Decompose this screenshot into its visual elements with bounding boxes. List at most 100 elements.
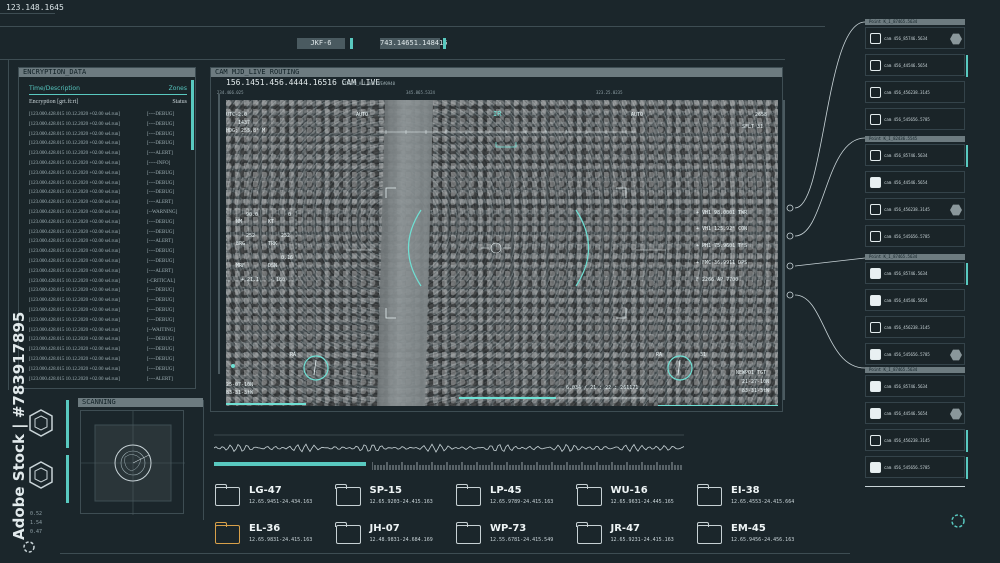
waypoint-item[interactable]: LG-47 12.65.9451-24.434.163 (214, 484, 330, 510)
loading-ring-icon (951, 514, 965, 528)
waypoint-item[interactable]: WP-73 12.55.6781-24.415.549 (455, 522, 571, 548)
hud-mode-right: AUTO (631, 112, 644, 118)
log-level: [----DEBUG] (147, 298, 175, 304)
waypoint-item[interactable]: LP-45 12.65.9789-24.415.163 (455, 484, 571, 510)
waypoint-item[interactable]: JH-07 12.48.9831-24.684.169 (335, 522, 451, 548)
log-level: [--WAITING] (147, 327, 176, 333)
camera-checkbox[interactable] (870, 462, 881, 473)
hud-mrf: MRF (236, 263, 246, 269)
waypoint-item[interactable]: EI-38 12.65.4553-24.415.664 (696, 484, 812, 510)
encryption-panel-title: ENCRYPTION_DATA (19, 68, 195, 77)
column-zones: Zones (168, 85, 187, 92)
log-scrollbar[interactable] (191, 80, 194, 150)
active-indicator (966, 457, 968, 479)
progress-bar[interactable] (214, 462, 366, 466)
camera-card[interactable]: cam 456_545656.5785 (865, 343, 965, 365)
camera-checkbox[interactable] (870, 435, 881, 446)
log-text: [123.000.428.015 10.12.2020 +02.00 sel.r… (29, 200, 120, 206)
log-level: [-CRITICAL] (147, 278, 176, 284)
coord-label: 323.25.0235 (596, 90, 623, 95)
camera-checkbox[interactable] (870, 177, 881, 188)
log-level: [----DEBUG] (147, 307, 175, 313)
readout-indicator (350, 38, 353, 49)
indicator-bar (66, 400, 69, 448)
log-row: [123.000.428.015 10.12.2020 +02.00 sel.r… (29, 296, 189, 306)
camera-checkbox[interactable] (870, 295, 881, 306)
camera-card[interactable]: cam 456_456238.3145 (865, 316, 965, 338)
log-text: [123.000.428.015 10.12.2020 +02.00 sel.r… (29, 298, 120, 304)
waypoint-item[interactable]: SP-15 12.65.9203-24.415.163 (335, 484, 451, 510)
camera-checkbox[interactable] (870, 150, 881, 161)
hud-utc: UTC-2.0 (226, 112, 248, 118)
log-text: [123.000.428.015 10.12.2020 +02.00 sel.r… (29, 337, 120, 343)
waypoint-item[interactable]: EL-36 12.65.9831-24.415.163 (214, 522, 330, 548)
hud-nm-value: 90.0 (246, 212, 259, 218)
left-numbers: 0.52 1.54 0.47 (30, 511, 43, 535)
camera-card[interactable]: cam 456_85746.5634 (865, 27, 965, 49)
camera-checkbox[interactable] (870, 349, 881, 360)
camera-checkbox[interactable] (870, 381, 881, 392)
camera-feed[interactable]: UTC-2.0 1437 HDG: 255.8° M AUTO IR AUTO … (226, 100, 778, 406)
camera-checkbox[interactable] (870, 231, 881, 242)
waypoint-item[interactable]: JR-47 12.65.9231-24.415.163 (576, 522, 692, 548)
cam-side-scale (218, 94, 220, 374)
camera-checkbox[interactable] (870, 204, 881, 215)
camera-card[interactable]: cam 456_545656.5785 (865, 108, 965, 130)
camera-card[interactable]: cam 456_85746.5634 (865, 262, 968, 285)
camera-checkbox[interactable] (870, 322, 881, 333)
camera-checkbox[interactable] (870, 33, 881, 44)
camera-card[interactable]: cam 456_456238.3145 (865, 429, 968, 452)
log-row: [123.000.428.015 10.12.2020 +02.00 sel.r… (29, 375, 189, 385)
waypoint-name: EI-38 (731, 485, 760, 496)
camera-card[interactable]: cam 456_44546.5654 (865, 289, 965, 311)
active-indicator (966, 263, 968, 285)
log-level: [----DEBUG] (147, 356, 175, 362)
camera-checkbox[interactable] (870, 114, 881, 125)
camera-label: cam 456_44546.5654 (884, 63, 928, 68)
camera-card[interactable]: cam 456_545656.5785 (865, 456, 968, 479)
log-text: [123.000.428.015 10.12.2020 +02.00 sel.r… (29, 151, 120, 157)
hexagon-icon (29, 409, 53, 437)
waveform (214, 434, 684, 453)
log-row: [123.000.428.015 10.12.2020 +02.00 sel.r… (29, 316, 189, 326)
coord-label: 345.865.5324 (406, 90, 435, 95)
camera-checkbox[interactable] (870, 60, 881, 71)
camera-card[interactable]: cam 456_44546.5654 (865, 402, 965, 424)
point-header: Point K_I_87465.5634 (865, 19, 965, 25)
camera-card[interactable]: cam 456_44546.5654 (865, 54, 968, 77)
camera-label: cam 456_545656.5785 (884, 234, 930, 239)
divider (0, 26, 825, 27)
camera-label: cam 456_456238.3145 (884, 325, 930, 330)
camera-checkbox[interactable] (870, 408, 881, 419)
camera-stream-label: STREAM_ALL_ACTIVE#0940 (342, 81, 395, 86)
log-text: [123.000.428.015 10.12.2020 +02.00 sel.r… (29, 376, 120, 382)
camera-panel-title: CAM MJD_LIVE ROUTING (211, 68, 782, 77)
waypoint-coords: 12.48.9831-24.684.169 (369, 537, 433, 543)
camera-card[interactable]: cam 456_456238.3145 (865, 81, 965, 103)
camera-card[interactable]: cam 456_545656.5785 (865, 225, 965, 247)
log-row: [123.000.428.015 10.12.2020 +02.00 sel.r… (29, 139, 189, 149)
log-text: [123.000.428.015 10.12.2020 +02.00 sel.r… (29, 219, 120, 225)
scanning-radar (80, 410, 185, 515)
log-level: [----ALERT] (147, 239, 173, 245)
waypoint-item[interactable]: WU-16 12.65.9631-24.445.165 (576, 484, 692, 510)
log-row: [123.000.428.015 10.12.2020 +02.00 sel.r… (29, 345, 189, 355)
log-level: [----DEBUG] (147, 180, 175, 186)
hud-kt-value: 0 (288, 212, 292, 218)
log-text: [123.000.428.015 10.12.2020 +02.00 sel.r… (29, 327, 120, 333)
camera-card[interactable]: cam 456_85746.5634 (865, 144, 968, 167)
log-row: [123.000.428.015 10.12.2020 +02.00 sel.r… (29, 306, 189, 316)
camera-checkbox[interactable] (870, 268, 881, 279)
encryption-subheader: Encryption [grt.ft:rt] Status (29, 99, 187, 105)
waypoint-item[interactable]: EM-45 12.65.9456-24.456.163 (696, 522, 812, 548)
hud-r5: F 2266 AP 7700 (696, 277, 739, 283)
log-level: [----DEBUG] (147, 366, 175, 372)
encryption-column-headers: Time/Description Zones (29, 85, 187, 92)
waypoint-name: WU-16 (610, 485, 648, 496)
camera-card[interactable]: cam 456_85746.5634 (865, 375, 965, 397)
hexagon-icon (29, 461, 53, 489)
camera-checkbox[interactable] (870, 87, 881, 98)
camera-card[interactable]: cam 456_456238.3145 (865, 198, 965, 220)
loading-ring-icon (23, 541, 35, 553)
camera-card[interactable]: cam 456_44546.5654 (865, 171, 965, 193)
